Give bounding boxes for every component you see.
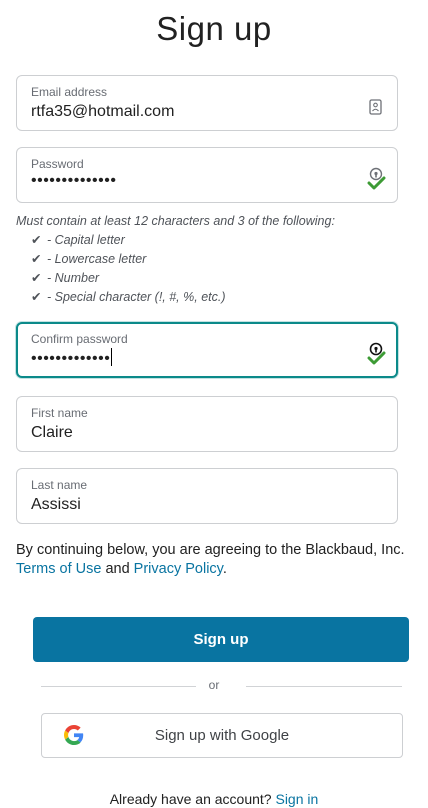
confirm-password-label: Confirm password: [31, 332, 128, 346]
confirm-password-input[interactable]: •••••••••••••: [31, 348, 113, 368]
sign-up-button[interactable]: Sign up: [33, 617, 409, 662]
last-name-input[interactable]: Assissi: [31, 496, 81, 514]
privacy-policy-link[interactable]: Privacy Policy: [134, 561, 223, 577]
password-manager-valid-icon[interactable]: [365, 166, 387, 192]
terms-of-use-link[interactable]: Terms of Use: [16, 561, 101, 577]
text-caret: [111, 348, 113, 366]
google-button-label: Sign up with Google: [154, 727, 290, 744]
contact-card-icon[interactable]: [365, 94, 387, 120]
email-field[interactable]: Email address rtfa35@hotmail.com: [16, 75, 398, 131]
terms-agreement: By continuing below, you are agreeing to…: [16, 542, 405, 577]
requirement-number: ✔ - Number: [31, 271, 100, 285]
password-manager-valid-icon[interactable]: [365, 341, 387, 367]
sign-up-with-google-button[interactable]: Sign up with Google: [41, 713, 403, 758]
first-name-label: First name: [31, 406, 88, 420]
page-title: Sign up: [156, 10, 272, 47]
requirement-lowercase: ✔ - Lowercase letter: [31, 252, 147, 266]
check-icon: ✔: [31, 252, 42, 266]
password-input[interactable]: ••••••••••••••: [31, 172, 116, 190]
first-name-field[interactable]: First name Claire: [16, 396, 398, 452]
first-name-input[interactable]: Claire: [31, 424, 73, 442]
password-requirements-intro: Must contain at least 12 characters and …: [16, 214, 335, 228]
check-icon: ✔: [31, 290, 42, 304]
email-input[interactable]: rtfa35@hotmail.com: [31, 103, 174, 121]
email-label: Email address: [31, 85, 108, 99]
divider-right: [246, 686, 402, 687]
confirm-password-field[interactable]: Confirm password •••••••••••••: [16, 322, 398, 378]
requirement-special: ✔ - Special character (!, #, %, etc.): [31, 290, 226, 304]
sign-in-link[interactable]: Sign in: [275, 791, 318, 807]
password-label: Password: [31, 157, 84, 171]
sign-in-prompt: Already have an account? Sign in: [109, 791, 319, 807]
requirement-capital: ✔ - Capital letter: [31, 233, 125, 247]
password-requirements: Must contain at least 12 characters and …: [16, 212, 416, 307]
last-name-field[interactable]: Last name Assissi: [16, 468, 398, 524]
or-separator: or: [208, 678, 220, 692]
check-icon: ✔: [31, 233, 42, 247]
password-field[interactable]: Password ••••••••••••••: [16, 147, 398, 203]
last-name-label: Last name: [31, 478, 88, 492]
check-icon: ✔: [31, 271, 42, 285]
